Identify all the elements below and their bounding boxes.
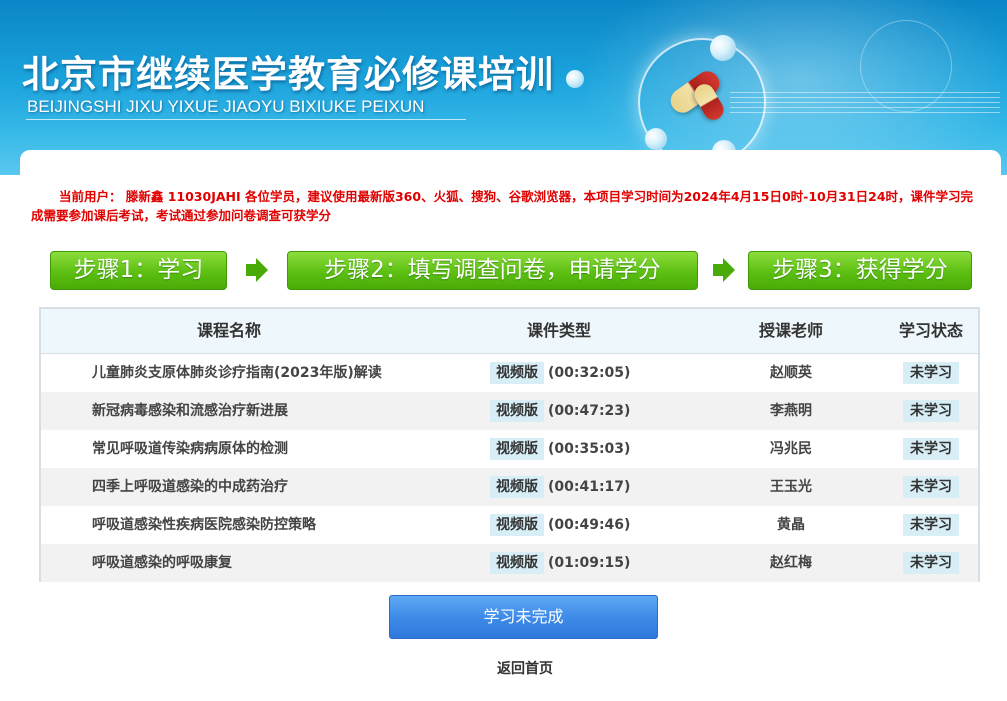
table-row: 四季上呼吸道感染的中成药治疗 视频版 (00:41:17) 王玉光 未学习 — [41, 468, 978, 506]
status-badge: 未学习 — [903, 438, 959, 460]
course-type: 视频版 (00:35:03) — [490, 430, 630, 468]
course-teacher: 王玉光 — [770, 479, 812, 495]
table-row: 呼吸道感染性疾病医院感染防控策略 视频版 (00:49:46) 黄晶 未学习 — [41, 506, 978, 544]
back-home-link[interactable]: 返回首页 — [480, 658, 570, 678]
course-name-link[interactable]: 呼吸道感染的呼吸康复 — [92, 544, 232, 582]
banner-title: 北京市继续医学教育必修课培训 — [22, 53, 554, 96]
course-teacher: 李燕明 — [770, 403, 812, 419]
course-status: 未学习 — [903, 354, 959, 392]
course-duration: (00:35:03) — [548, 441, 631, 457]
course-type: 视频版 (00:32:05) — [490, 354, 630, 392]
course-type: 视频版 (00:41:17) — [490, 468, 630, 506]
course-teacher: 赵红梅 — [770, 555, 812, 571]
course-name-link[interactable]: 新冠病毒感染和流感治疗新进展 — [92, 392, 288, 430]
video-badge: 视频版 — [490, 514, 544, 536]
table-row: 儿童肺炎支原体肺炎诊疗指南(2023年版)解读 视频版 (00:32:05) 赵顺… — [41, 354, 978, 392]
course-teacher: 黄晶 — [777, 517, 805, 533]
table-header: 课程名称 课件类型 授课老师 学习状态 — [41, 309, 978, 354]
course-name-link[interactable]: 呼吸道感染性疾病医院感染防控策略 — [92, 506, 316, 544]
banner-bubble — [566, 70, 584, 88]
arrow-right-icon — [246, 258, 268, 282]
status-badge: 未学习 — [903, 476, 959, 498]
table-row: 新冠病毒感染和流感治疗新进展 视频版 (00:47:23) 李燕明 未学习 — [41, 392, 978, 430]
banner-underline — [26, 119, 466, 120]
banner-bubble — [645, 128, 667, 150]
header-course-type: 课件类型 — [526, 321, 591, 340]
course-table: 课程名称 课件类型 授课老师 学习状态 儿童肺炎支原体肺炎诊疗指南(2023年版… — [39, 307, 980, 582]
banner-subtitle: BEIJINGSHI JIXU YIXUE JIAOYU BIXIUKE PEI… — [27, 97, 425, 116]
status-badge: 未学习 — [903, 552, 959, 574]
course-duration: (00:49:46) — [548, 517, 631, 533]
status-badge: 未学习 — [903, 400, 959, 422]
course-type: 视频版 (01:09:15) — [490, 544, 630, 582]
step-3-credit: 步骤3：获得学分 — [748, 251, 972, 290]
course-status: 未学习 — [903, 506, 959, 544]
video-badge: 视频版 — [490, 552, 544, 574]
video-badge: 视频版 — [490, 476, 544, 498]
course-type: 视频版 (00:47:23) — [490, 392, 630, 430]
course-duration: (01:09:15) — [548, 555, 631, 571]
course-status: 未学习 — [903, 430, 959, 468]
table-row: 呼吸道感染的呼吸康复 视频版 (01:09:15) 赵红梅 未学习 — [41, 544, 978, 582]
header-status: 学习状态 — [898, 321, 963, 340]
course-duration: (00:41:17) — [548, 479, 631, 495]
course-type: 视频版 (00:49:46) — [490, 506, 630, 544]
arrow-right-icon — [713, 258, 735, 282]
course-name-link[interactable]: 常见呼吸道传染病病原体的检测 — [92, 430, 288, 468]
course-teacher: 赵顺英 — [770, 365, 812, 381]
course-duration: (00:32:05) — [548, 365, 631, 381]
course-duration: (00:47:23) — [548, 403, 631, 419]
banner-lines-decoration — [730, 92, 1000, 116]
course-name-link[interactable]: 儿童肺炎支原体肺炎诊疗指南(2023年版)解读 — [92, 354, 382, 392]
user-notice: 当前用户： 滕新鑫 11030JAHI 各位学员，建议使用最新版360、火狐、搜… — [31, 189, 974, 223]
course-teacher: 冯兆民 — [770, 441, 812, 457]
status-badge: 未学习 — [903, 362, 959, 384]
status-badge: 未学习 — [903, 514, 959, 536]
video-badge: 视频版 — [490, 438, 544, 460]
banner-bubble — [710, 35, 736, 61]
study-status-button[interactable]: 学习未完成 — [389, 595, 658, 639]
video-badge: 视频版 — [490, 400, 544, 422]
header-teacher: 授课老师 — [758, 321, 823, 340]
table-row: 常见呼吸道传染病病原体的检测 视频版 (00:35:03) 冯兆民 未学习 — [41, 430, 978, 468]
course-name-link[interactable]: 四季上呼吸道感染的中成药治疗 — [92, 468, 288, 506]
course-status: 未学习 — [903, 544, 959, 582]
step-1-study: 步骤1：学习 — [50, 251, 227, 290]
course-status: 未学习 — [903, 392, 959, 430]
course-status: 未学习 — [903, 468, 959, 506]
step-2-survey: 步骤2：填写调查问卷，申请学分 — [287, 251, 698, 290]
header-banner: 北京市继续医学教育必修课培训 BEIJINGSHI JIXU YIXUE JIA… — [0, 0, 1007, 175]
video-badge: 视频版 — [490, 362, 544, 384]
header-course-name: 课程名称 — [196, 321, 261, 340]
